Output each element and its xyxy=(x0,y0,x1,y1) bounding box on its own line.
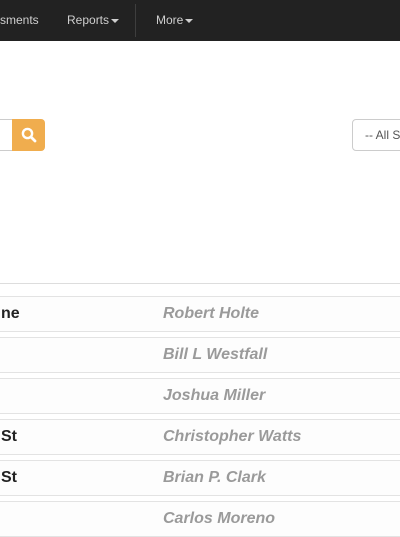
nav-item-assessments[interactable]: ssments xyxy=(0,0,39,41)
row-person: Robert Holte xyxy=(163,305,259,322)
search-input[interactable] xyxy=(0,119,12,151)
row-person: Joshua Miller xyxy=(163,387,266,404)
list-divider xyxy=(0,283,400,284)
filter-select-value: -- All S xyxy=(365,128,400,142)
row-name: ne xyxy=(1,305,20,322)
nav-item-label: ssments xyxy=(0,13,39,27)
row-person: Brian P. Clark xyxy=(163,469,266,486)
row-name: St xyxy=(1,469,17,486)
nav-divider xyxy=(135,4,136,37)
nav-item-label: Reports xyxy=(67,13,110,27)
row-person: Christopher Watts xyxy=(163,428,302,445)
row-person: Bill L Westfall xyxy=(163,346,268,363)
nav-item-more[interactable]: More xyxy=(156,0,194,41)
caret-down-icon xyxy=(185,18,194,23)
top-navbar: ssments Reports More xyxy=(0,0,400,41)
nav-item-label: More xyxy=(156,13,184,27)
search-icon xyxy=(21,127,36,143)
list-item[interactable]: Bill L Westfall xyxy=(0,337,400,373)
search-button[interactable] xyxy=(12,119,45,151)
list-item[interactable]: Carlos Moreno xyxy=(0,501,400,537)
caret-down-icon xyxy=(111,18,120,23)
row-person: Carlos Moreno xyxy=(163,510,276,527)
filter-select[interactable]: -- All S xyxy=(352,119,400,151)
row-name: St xyxy=(1,428,17,445)
list-item[interactable]: St Christopher Watts xyxy=(0,419,400,455)
list-item[interactable]: St Brian P. Clark xyxy=(0,460,400,496)
nav-item-reports[interactable]: Reports xyxy=(67,0,120,41)
list-item[interactable]: ne Robert Holte xyxy=(0,296,400,332)
list-item[interactable]: Joshua Miller xyxy=(0,378,400,414)
